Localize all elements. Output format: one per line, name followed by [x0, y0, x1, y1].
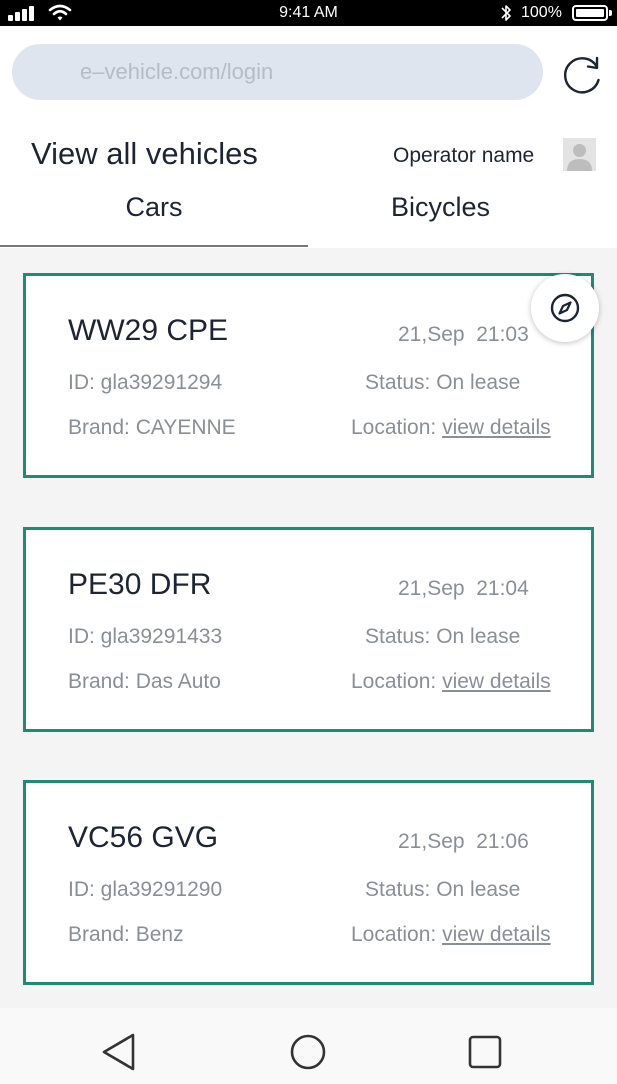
vehicle-id: ID: gla39291433 [68, 625, 223, 648]
location-label: Location: [351, 670, 437, 693]
vehicle-time: 21:04 [476, 577, 529, 600]
url-bar[interactable]: e–vehicle.com/login [12, 44, 543, 100]
view-details-link[interactable]: view details [442, 923, 551, 946]
vehicle-date: 21,Sep [398, 830, 465, 853]
vehicle-plate: WW29 CPE [68, 314, 229, 347]
vehicle-status: Status: On lease [365, 625, 521, 648]
vehicle-card[interactable]: WW29 CPE 21,Sep 21:03 ID: gla39291294 St… [23, 273, 594, 478]
vehicle-time: 21:03 [476, 323, 529, 346]
vehicle-id: ID: gla39291290 [68, 878, 223, 901]
vehicle-brand: Brand: Benz [68, 923, 184, 946]
vehicle-brand: Brand: Das Auto [68, 670, 221, 693]
vehicle-id: ID: gla39291294 [68, 371, 223, 394]
vehicle-brand: Brand: CAYENNE [68, 416, 236, 439]
vehicle-timestamp: 21,Sep 21:04 [398, 577, 529, 601]
compass-icon[interactable] [531, 274, 599, 342]
vehicle-date: 21,Sep [398, 577, 465, 600]
vehicle-location: Location: view details [351, 416, 551, 440]
vehicle-status: Status: On lease [365, 371, 521, 394]
vehicle-timestamp: 21,Sep 21:06 [398, 830, 529, 854]
tab-cars[interactable]: Cars [0, 192, 308, 223]
vehicle-card[interactable]: VC56 GVG 21,Sep 21:06 ID: gla39291290 St… [23, 780, 594, 985]
system-nav-bar [0, 1008, 617, 1084]
vehicle-card[interactable]: PE30 DFR 21,Sep 21:04 ID: gla39291433 St… [23, 527, 594, 732]
avatar-icon[interactable] [563, 138, 596, 171]
vehicle-plate: VC56 GVG [68, 821, 219, 854]
location-label: Location: [351, 923, 437, 946]
reload-icon[interactable] [560, 53, 604, 97]
active-tab-indicator [0, 245, 308, 247]
app-header: e–vehicle.com/login View all vehicles Op… [0, 26, 617, 248]
vehicle-date: 21,Sep [398, 323, 465, 346]
bluetooth-icon [501, 5, 511, 21]
battery-percent: 100% [521, 4, 562, 21]
home-icon[interactable] [288, 1032, 328, 1072]
vehicle-location: Location: view details [351, 670, 551, 694]
vehicle-list: WW29 CPE 21,Sep 21:03 ID: gla39291294 St… [0, 248, 617, 1008]
battery-icon [572, 5, 612, 21]
status-bar: 9:41 AM 100% [0, 0, 617, 26]
view-details-link[interactable]: view details [442, 670, 551, 693]
vehicle-status: Status: On lease [365, 878, 521, 901]
tab-bicycles[interactable]: Bicycles [308, 192, 573, 223]
back-icon[interactable] [100, 1032, 140, 1072]
operator-name: Operator name [393, 144, 535, 167]
vehicle-timestamp: 21,Sep 21:03 [398, 323, 529, 347]
recents-icon[interactable] [465, 1032, 505, 1072]
location-label: Location: [351, 416, 437, 439]
vehicle-time: 21:06 [476, 830, 529, 853]
page-title: View all vehicles [31, 136, 258, 171]
vehicle-location: Location: view details [351, 923, 551, 947]
view-details-link[interactable]: view details [442, 416, 551, 439]
vehicle-plate: PE30 DFR [68, 568, 212, 601]
